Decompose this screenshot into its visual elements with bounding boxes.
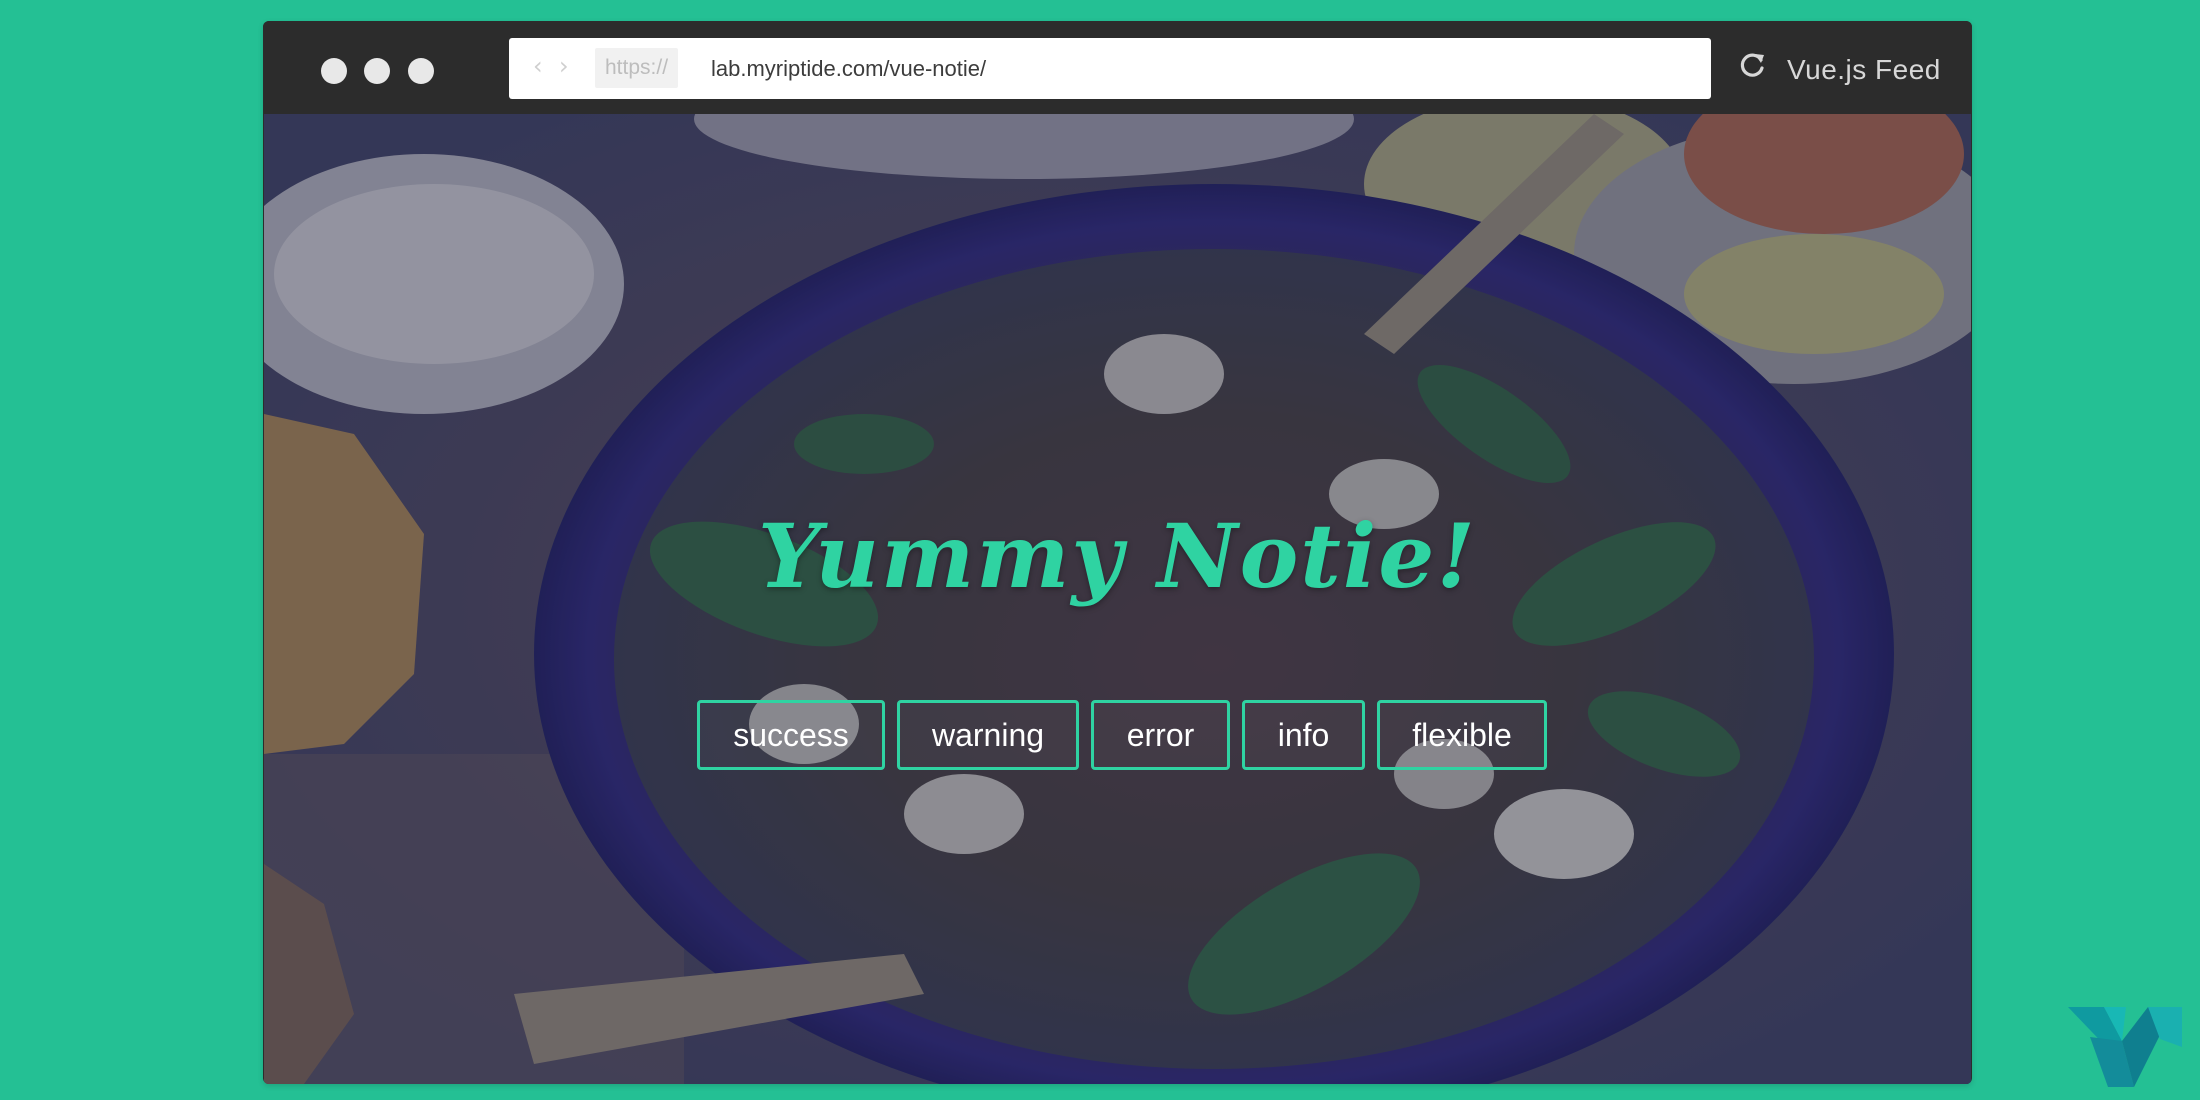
back-arrow-icon[interactable]: ‹ [533, 52, 543, 80]
browser-toolbar: ‹ › https:// lab.myriptide.com/vue-notie… [263, 21, 1972, 114]
window-minimize-dot[interactable] [364, 58, 390, 84]
page-viewport: Yummy Notie! success warning error info … [264, 114, 1971, 1084]
window-maximize-dot[interactable] [408, 58, 434, 84]
flexible-button[interactable]: flexible [1377, 700, 1547, 770]
browser-window: ‹ › https:// lab.myriptide.com/vue-notie… [263, 21, 1972, 1084]
info-button[interactable]: info [1242, 700, 1365, 770]
success-button[interactable]: success [697, 700, 885, 770]
notification-button-group: success warning error info flexible [697, 700, 1547, 770]
reload-icon[interactable] [1739, 51, 1767, 79]
page-title: Yummy Notie! [758, 504, 1477, 608]
address-bar[interactable]: ‹ › https:// lab.myriptide.com/vue-notie… [509, 38, 1711, 99]
warning-button[interactable]: warning [897, 700, 1079, 770]
window-close-dot[interactable] [321, 58, 347, 84]
vue-logo-icon [2068, 1007, 2182, 1087]
error-button[interactable]: error [1091, 700, 1230, 770]
url-text[interactable]: lab.myriptide.com/vue-notie/ [711, 38, 986, 99]
forward-arrow-icon[interactable]: › [559, 52, 569, 80]
feed-label: Vue.js Feed [1787, 54, 1941, 85]
url-scheme: https:// [595, 48, 679, 88]
